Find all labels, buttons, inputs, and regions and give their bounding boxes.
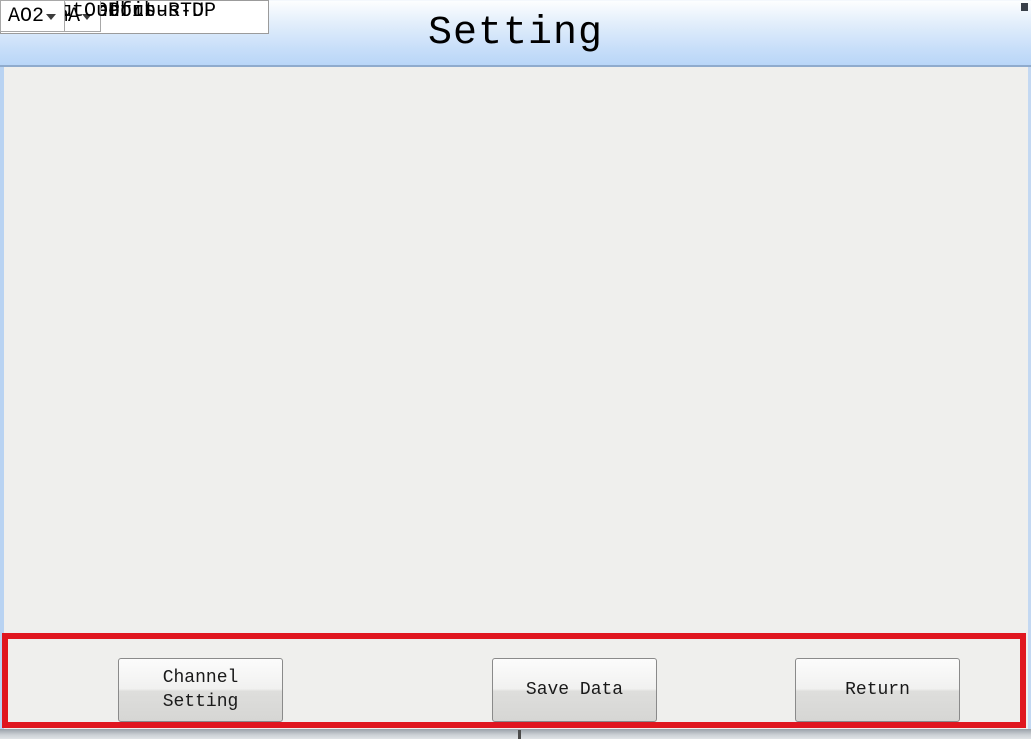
height-out-value: AO2 <box>8 5 44 28</box>
setting-window: Setting X Axis s X-Axis interval s Chann… <box>0 0 1031 739</box>
bottom-edge-mark <box>518 730 521 739</box>
window-corner-mark <box>1021 3 1028 11</box>
return-button[interactable]: Return <box>795 658 960 722</box>
bottom-edge-strip <box>0 729 1031 739</box>
page-title: Setting <box>428 11 603 56</box>
window-frame-left <box>0 67 4 729</box>
channel-setting-button[interactable]: Channel Setting <box>118 658 283 722</box>
save-data-button[interactable]: Save Data <box>492 658 657 722</box>
chevron-down-icon <box>46 14 56 20</box>
height-out-select[interactable]: AO2 <box>0 0 65 32</box>
